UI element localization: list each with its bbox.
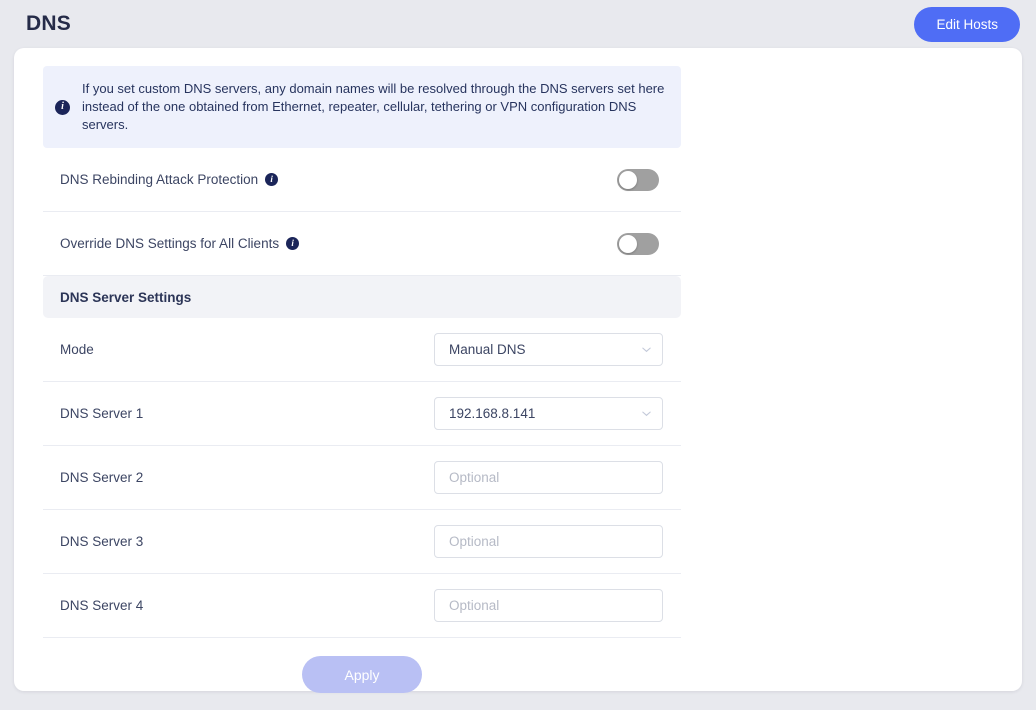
dns-server-3-input[interactable]: Optional <box>434 525 663 558</box>
row-override-dns-settings: Override DNS Settings for All Clients i <box>43 212 681 276</box>
row-dns-server-1: DNS Server 1 192.168.8.141 <box>43 382 681 446</box>
apply-button[interactable]: Apply <box>302 656 422 693</box>
dns-server-4-input[interactable]: Optional <box>434 589 663 622</box>
apply-button-container: Apply <box>43 638 681 710</box>
page-title: DNS <box>26 12 71 35</box>
toggle-dns-rebinding-attack-protection[interactable] <box>617 168 659 191</box>
field-label-dns-server-3: DNS Server 3 <box>60 534 144 549</box>
edit-hosts-button[interactable]: Edit Hosts <box>914 6 1020 42</box>
row-label: Override DNS Settings for All Clients i <box>43 236 300 251</box>
dns-server-1-value: 192.168.8.141 <box>449 406 536 421</box>
info-banner: i If you set custom DNS servers, any dom… <box>43 66 681 148</box>
info-banner-text: If you set custom DNS servers, any domai… <box>82 81 665 132</box>
dns-settings-card: i If you set custom DNS servers, any dom… <box>14 48 1022 693</box>
row-dns-server-2: DNS Server 2 Optional <box>43 446 681 510</box>
info-icon[interactable]: i <box>286 237 300 250</box>
chevron-down-icon <box>641 408 652 419</box>
toggle-label-override: Override DNS Settings for All Clients <box>60 236 280 251</box>
field-label-mode: Mode <box>60 342 94 357</box>
dns-server-2-input[interactable]: Optional <box>434 461 663 494</box>
dns-server-3-placeholder: Optional <box>449 534 500 549</box>
toggle-override-dns-settings[interactable] <box>617 232 659 255</box>
row-dns-server-3: DNS Server 3 Optional <box>43 510 681 574</box>
dns-server-1-select[interactable]: 192.168.8.141 <box>434 397 663 430</box>
info-icon[interactable]: i <box>265 173 279 186</box>
row-dns-rebinding-attack-protection: DNS Rebinding Attack Protection i <box>43 148 681 212</box>
row-label: DNS Rebinding Attack Protection i <box>43 172 279 187</box>
toggle-label-rebinding: DNS Rebinding Attack Protection <box>60 172 259 187</box>
top-bar: DNS Edit Hosts <box>0 0 1036 48</box>
mode-select-value: Manual DNS <box>449 342 526 357</box>
card-inner: i If you set custom DNS servers, any dom… <box>43 66 681 710</box>
field-label-dns-server-2: DNS Server 2 <box>60 470 144 485</box>
row-dns-server-4: DNS Server 4 Optional <box>43 574 681 638</box>
row-mode: Mode Manual DNS <box>43 318 681 382</box>
chevron-down-icon <box>641 344 652 355</box>
dns-server-2-placeholder: Optional <box>449 470 500 485</box>
mode-select[interactable]: Manual DNS <box>434 333 663 366</box>
toggle-knob <box>619 170 637 189</box>
field-label-dns-server-4: DNS Server 4 <box>60 598 144 613</box>
section-header-dns-server-settings: DNS Server Settings <box>43 276 681 318</box>
info-icon: i <box>55 99 70 115</box>
field-label-dns-server-1: DNS Server 1 <box>60 406 144 421</box>
toggle-knob <box>619 234 637 253</box>
dns-server-4-placeholder: Optional <box>449 598 500 613</box>
